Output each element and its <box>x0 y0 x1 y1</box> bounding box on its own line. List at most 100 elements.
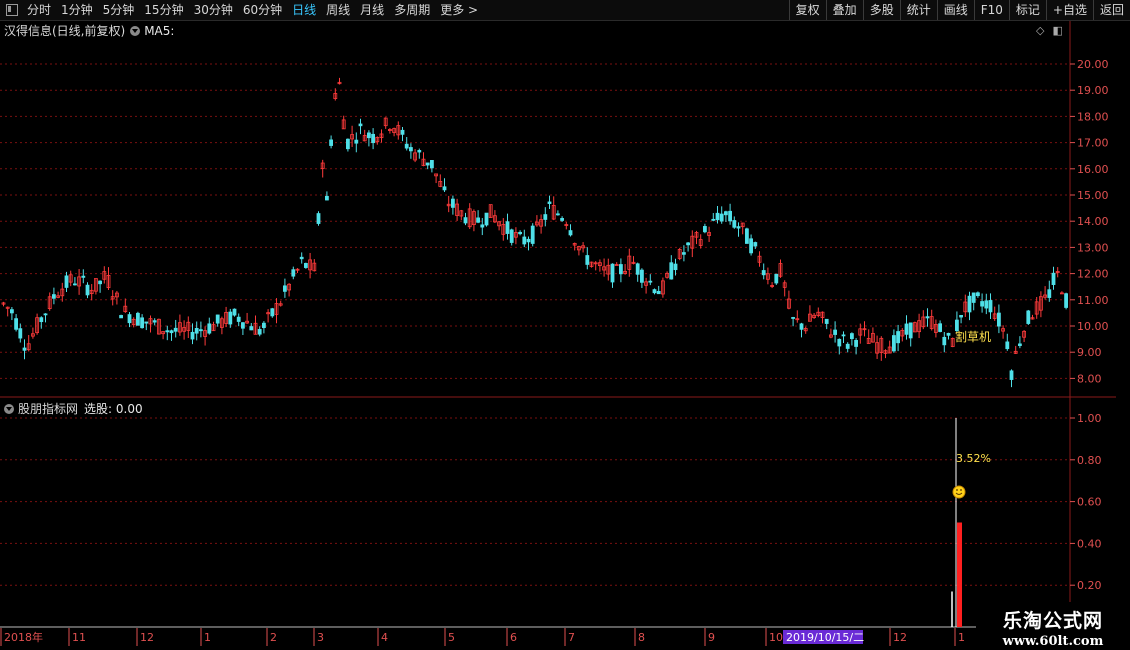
candle-body[interactable] <box>673 263 678 271</box>
candle-body[interactable] <box>841 334 846 337</box>
candle-body[interactable] <box>715 212 720 221</box>
candle-body[interactable] <box>892 335 896 352</box>
candle-body[interactable] <box>967 295 972 313</box>
candle-body[interactable] <box>270 308 275 317</box>
candle-body[interactable] <box>774 273 779 284</box>
candle-body[interactable] <box>257 329 262 335</box>
candle-body[interactable] <box>476 217 481 223</box>
candle-body[interactable] <box>442 186 447 191</box>
candle-body[interactable] <box>408 147 413 152</box>
candle-body[interactable] <box>249 326 254 331</box>
candle-body[interactable] <box>480 224 485 228</box>
candle-body[interactable] <box>845 343 850 349</box>
dropdown-icon[interactable] <box>130 25 141 36</box>
candle-body[interactable] <box>799 323 804 330</box>
candle-body[interactable] <box>850 333 854 339</box>
candle-body[interactable] <box>43 313 48 316</box>
candle-body[interactable] <box>669 262 674 280</box>
candle-body[interactable] <box>299 256 304 260</box>
candle-body[interactable] <box>169 330 174 334</box>
indicator-title[interactable]: 股朋指标网 <box>18 400 78 417</box>
candle-body[interactable] <box>261 322 266 329</box>
candle-body[interactable] <box>1009 370 1014 380</box>
candle-body[interactable] <box>18 328 23 339</box>
candle-body[interactable] <box>324 195 329 201</box>
candle-body[interactable] <box>560 218 564 221</box>
candle-body[interactable] <box>556 213 560 216</box>
candle-body[interactable] <box>354 139 359 144</box>
candle-body[interactable] <box>635 263 640 275</box>
candle-body[interactable] <box>791 317 795 319</box>
candle-body[interactable] <box>303 263 308 268</box>
candle-body[interactable] <box>543 214 548 220</box>
candle-body[interactable] <box>1051 272 1056 285</box>
candle-body[interactable] <box>22 347 27 351</box>
candle-body[interactable] <box>173 327 178 332</box>
candle-body[interactable] <box>749 238 753 254</box>
candle-body[interactable] <box>316 213 321 224</box>
candle-body[interactable] <box>904 323 909 335</box>
candle-body[interactable] <box>417 150 422 153</box>
candle-body[interactable] <box>484 212 489 226</box>
right-side-strip[interactable] <box>1116 21 1130 626</box>
candle-body[interactable] <box>450 198 455 208</box>
candle-body[interactable] <box>984 300 989 309</box>
panel-toggle-icon[interactable]: ◧ <box>1052 24 1062 37</box>
candle-body[interactable] <box>938 323 942 332</box>
candle-body[interactable] <box>703 226 707 233</box>
candle-body[interactable] <box>959 314 963 318</box>
candle-body[interactable] <box>371 133 376 144</box>
kline-chart-canvas[interactable]: 20.0019.0018.0017.0016.0015.0014.0013.00… <box>0 0 1130 650</box>
candle-body[interactable] <box>39 317 44 323</box>
candle-body[interactable] <box>942 336 947 346</box>
candle-body[interactable] <box>127 314 132 324</box>
candle-body[interactable] <box>946 332 951 336</box>
candle-body[interactable] <box>119 315 123 319</box>
candle-body[interactable] <box>291 269 296 277</box>
candle-body[interactable] <box>585 255 590 265</box>
candle-body[interactable] <box>522 236 527 245</box>
candle-body[interactable] <box>976 292 980 297</box>
candle-body[interactable] <box>971 292 976 303</box>
candle-body[interactable] <box>73 283 77 286</box>
candle-body[interactable] <box>425 162 430 166</box>
candle-body[interactable] <box>509 229 514 243</box>
candle-body[interactable] <box>366 132 371 139</box>
diamond-icon[interactable]: ◇ <box>1036 24 1044 37</box>
candle-body[interactable] <box>854 340 858 347</box>
candle-body[interactable] <box>52 294 56 299</box>
stock-title[interactable]: 汉得信息(日线,前复权) <box>4 22 125 39</box>
candle-body[interactable] <box>404 143 409 149</box>
candle-body[interactable] <box>753 242 758 247</box>
candle-body[interactable] <box>85 284 90 296</box>
candle-body[interactable] <box>1064 293 1068 308</box>
candle-body[interactable] <box>232 308 237 316</box>
candle-body[interactable] <box>736 226 741 229</box>
candle-body[interactable] <box>719 213 724 222</box>
candle-body[interactable] <box>547 201 552 204</box>
candle-body[interactable] <box>14 318 19 330</box>
candle-body[interactable] <box>1026 310 1031 324</box>
candle-body[interactable] <box>682 252 686 255</box>
candle-body[interactable] <box>724 211 728 216</box>
candle-body[interactable] <box>1047 289 1052 298</box>
candle-body[interactable] <box>282 285 287 292</box>
candle-body[interactable] <box>207 323 212 334</box>
candle-body[interactable] <box>518 231 522 235</box>
candle-body[interactable] <box>194 327 199 334</box>
candle-body[interactable] <box>824 318 829 324</box>
candle-body[interactable] <box>711 218 716 221</box>
candle-body[interactable] <box>429 160 434 169</box>
candle-body[interactable] <box>652 289 657 294</box>
candle-body[interactable] <box>165 330 170 333</box>
candle-body[interactable] <box>610 263 615 283</box>
candle-body[interactable] <box>908 322 913 339</box>
candle-body[interactable] <box>400 129 405 135</box>
candle-body[interactable] <box>745 228 749 244</box>
candle-body[interactable] <box>9 309 14 314</box>
candle-body[interactable] <box>190 331 195 340</box>
candle-body[interactable] <box>568 230 573 236</box>
candle-body[interactable] <box>140 317 145 329</box>
candle-body[interactable] <box>144 321 149 324</box>
candle-body[interactable] <box>215 314 220 324</box>
